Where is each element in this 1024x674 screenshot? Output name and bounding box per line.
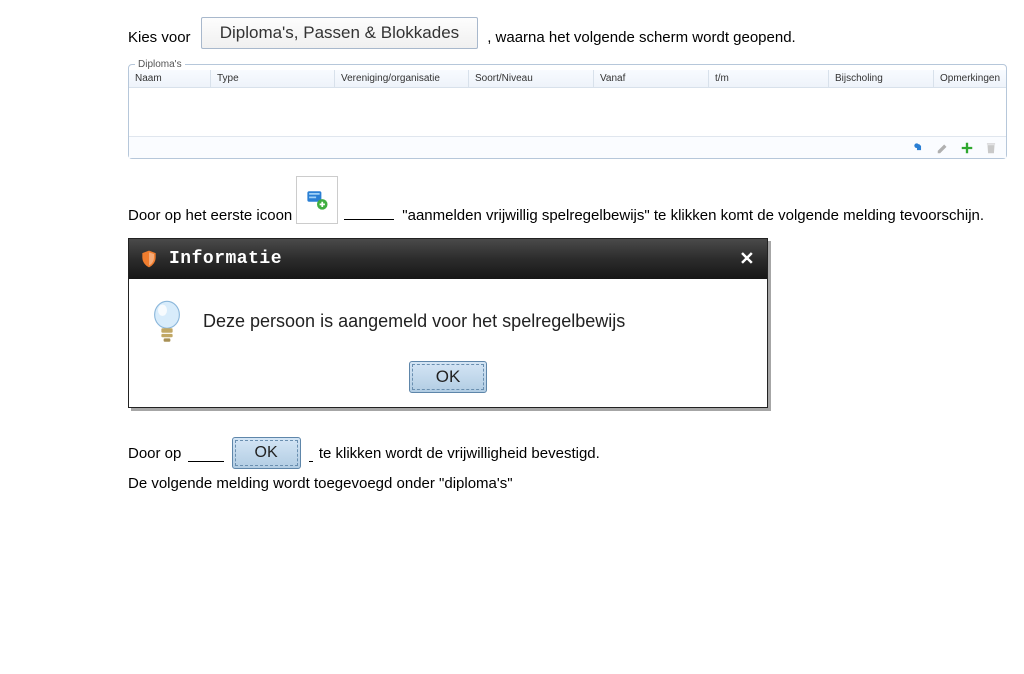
col-type: Type (211, 70, 335, 87)
diplomas-toolbar (129, 136, 1006, 158)
icon-underline (344, 219, 394, 220)
diplomas-panel: Diploma's Naam Type Vereniging/organisat… (128, 59, 1007, 159)
line3-after: te klikken wordt de vrijwilligheid beves… (315, 443, 600, 466)
dialog-close-button[interactable]: ✕ (739, 249, 755, 270)
col-vanaf: Vanaf (594, 70, 709, 87)
lightbulb-icon (149, 301, 185, 341)
col-vereniging: Vereniging/organisatie (335, 70, 469, 87)
diploma-tag-icon[interactable] (912, 141, 926, 155)
intro-text-after: , waarna het volgende scherm wordt geope… (487, 27, 796, 50)
diplomas-table-body (129, 88, 1006, 136)
diploma-delete-icon[interactable] (984, 141, 998, 155)
diplomas-legend: Diploma's (135, 59, 185, 70)
line2-quoted: "aanmelden vrijwillig spelregelbewijs" (402, 207, 649, 224)
info-dialog: Informatie ✕ Deze persoon is aangeme (128, 238, 768, 408)
line2-before: Door op het eerste icoon (128, 207, 292, 224)
register-spelregelbewijs-icon[interactable] (296, 176, 338, 224)
col-soort-niveau: Soort/Niveau (469, 70, 594, 87)
col-naam: Naam (129, 70, 211, 87)
dialog-titlebar: Informatie ✕ (129, 239, 767, 279)
shield-icon (139, 248, 159, 270)
diploma-edit-icon[interactable] (936, 141, 950, 155)
dialog-ok-button[interactable]: OK (409, 361, 488, 393)
dialog-message: Deze persoon is aangemeld voor het spelr… (203, 311, 625, 332)
line2-tail: te klikken komt de volgende melding tevo… (650, 207, 984, 224)
col-tm: t/m (709, 70, 829, 87)
col-opmerkingen: Opmerkingen (934, 70, 1006, 87)
line3-before: Door op (128, 443, 186, 466)
col-bijscholing: Bijscholing (829, 70, 934, 87)
inline-ok-button[interactable]: OK (232, 437, 301, 469)
intro-text-before: Kies voor (128, 27, 195, 50)
diploma-add-icon[interactable] (960, 141, 974, 155)
diplomas-table-header: Naam Type Vereniging/organisatie Soort/N… (129, 70, 1006, 88)
tab-diplomas-passen-blokkades[interactable]: Diploma's, Passen & Blokkades (201, 17, 478, 49)
dialog-title-text: Informatie (169, 249, 282, 269)
line4-text: De volgende melding wordt toegevoegd ond… (128, 473, 994, 496)
